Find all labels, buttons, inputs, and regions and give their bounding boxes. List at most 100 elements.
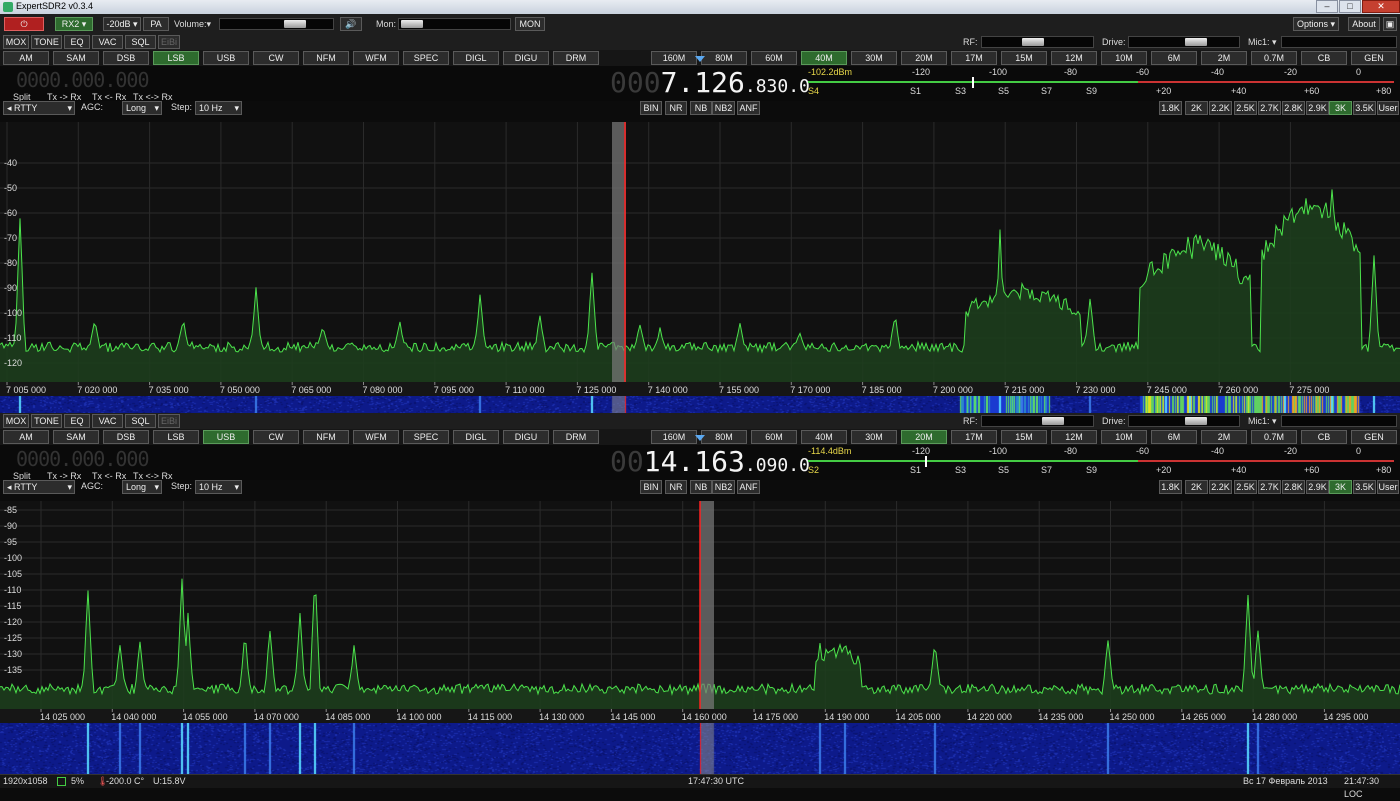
band-button-cb[interactable]: CB	[1301, 51, 1347, 65]
dsp-button-bin[interactable]: BIN	[640, 101, 662, 115]
mode-button-cw[interactable]: CW	[253, 430, 299, 444]
mode-button-nfm[interactable]: NFM	[303, 430, 349, 444]
func-button-tone[interactable]: TONE	[31, 414, 62, 428]
panadapter[interactable]: -85 -90 -95 -100 -105 -110 -115 -120 -125 -130 -13…	[0, 501, 1400, 723]
mode-button-sam[interactable]: SAM	[53, 51, 99, 65]
filter-button-1-8k[interactable]: 1.8K	[1159, 480, 1182, 494]
close-icon[interactable]: ✕	[1362, 0, 1400, 13]
func-button-mox[interactable]: MOX	[3, 35, 29, 49]
passband[interactable]	[700, 501, 714, 709]
func-button-sql[interactable]: SQL	[125, 414, 156, 428]
dsp-button-bin[interactable]: BIN	[640, 480, 662, 494]
about-button[interactable]: About	[1348, 17, 1380, 31]
func-button-tone[interactable]: TONE	[31, 35, 62, 49]
dsp-button-nr[interactable]: NR	[665, 480, 687, 494]
band-button-40m[interactable]: 40M	[801, 51, 847, 65]
vfo-frequency[interactable]: 0007.126.830.0	[610, 66, 810, 99]
band-button-20m[interactable]: 20M	[901, 430, 947, 444]
band-button-30m[interactable]: 30M	[851, 51, 897, 65]
options-menu[interactable]: Options ▾	[1293, 17, 1339, 31]
func-button-eq[interactable]: EQ	[64, 414, 90, 428]
agc-select[interactable]: Long ▾	[122, 101, 162, 115]
filter-button-2-5k[interactable]: 2.5K	[1234, 101, 1257, 115]
speaker-button[interactable]: 🔊	[340, 17, 362, 31]
mode-button-am[interactable]: AM	[3, 51, 49, 65]
func-button-mox[interactable]: MOX	[3, 414, 29, 428]
sub-frequency[interactable]: 0000.000.000	[16, 68, 149, 92]
filter-button-2-7k[interactable]: 2.7K	[1258, 101, 1281, 115]
func-button-eq[interactable]: EQ	[64, 35, 90, 49]
dsp-button-nb[interactable]: NB	[690, 480, 712, 494]
band-button-10m[interactable]: 10M	[1101, 51, 1147, 65]
func-button-vac[interactable]: VAC	[92, 35, 123, 49]
mode-button-sam[interactable]: SAM	[53, 430, 99, 444]
rx-select[interactable]: RX2 ▾	[55, 17, 93, 31]
band-button-160m[interactable]: 160M	[651, 430, 697, 444]
filter-button-2-7k[interactable]: 2.7K	[1258, 480, 1281, 494]
mode-button-dsb[interactable]: DSB	[103, 51, 149, 65]
layout-button[interactable]: ▣	[1383, 17, 1397, 31]
step-select[interactable]: 10 Hz ▾	[195, 101, 242, 115]
filter-button-2-8k[interactable]: 2.8K	[1282, 101, 1305, 115]
digital-mode-select[interactable]: ◂ RTTY ▾	[3, 480, 75, 494]
attenuator-select[interactable]: -20dB ▾	[103, 17, 141, 31]
dsp-button-nr[interactable]: NR	[665, 101, 687, 115]
volume-thumb[interactable]	[284, 20, 306, 28]
band-button-cb[interactable]: CB	[1301, 430, 1347, 444]
dsp-button-nb[interactable]: NB	[690, 101, 712, 115]
func-button-vac[interactable]: VAC	[92, 414, 123, 428]
mode-button-drm[interactable]: DRM	[553, 430, 599, 444]
band-button-80m[interactable]: 80M	[701, 51, 747, 65]
volume-label[interactable]: Volume:▾	[174, 17, 211, 31]
band-button-60m[interactable]: 60M	[751, 430, 797, 444]
band-button-gen[interactable]: GEN	[1351, 51, 1397, 65]
filter-button-3-5k[interactable]: 3.5K	[1353, 101, 1376, 115]
band-button-10m[interactable]: 10M	[1101, 430, 1147, 444]
mode-button-digl[interactable]: DIGL	[453, 51, 499, 65]
dsp-button-nb2[interactable]: NB2	[712, 101, 735, 115]
func-button-eibi[interactable]: EiBi	[158, 414, 180, 428]
mode-button-usb[interactable]: USB	[203, 51, 249, 65]
panadapter[interactable]: -40 -50 -60 -70 -80 -90 -100 -110 -120 7 005 000 7…	[0, 122, 1400, 396]
filter-button-2-8k[interactable]: 2.8K	[1282, 480, 1305, 494]
agc-select[interactable]: Long ▾	[122, 480, 162, 494]
rf-slider[interactable]	[981, 36, 1094, 48]
mic-label[interactable]: Mic1: ▾	[1248, 414, 1277, 428]
band-button-160m[interactable]: 160M	[651, 51, 697, 65]
mode-button-digu[interactable]: DIGU	[503, 430, 549, 444]
band-button-80m[interactable]: 80M	[701, 430, 747, 444]
band-button-15m[interactable]: 15M	[1001, 430, 1047, 444]
mon-button[interactable]: MON	[515, 17, 545, 31]
drive-slider[interactable]	[1128, 36, 1240, 48]
vfo-frequency[interactable]: 0014.163.090.0	[610, 445, 810, 478]
band-button-6m[interactable]: 6M	[1151, 430, 1197, 444]
filter-button-2-9k[interactable]: 2.9K	[1306, 101, 1329, 115]
mode-button-digl[interactable]: DIGL	[453, 430, 499, 444]
mic-label[interactable]: Mic1: ▾	[1248, 35, 1277, 49]
maximize-icon[interactable]: □	[1339, 0, 1361, 13]
mode-button-wfm[interactable]: WFM	[353, 430, 399, 444]
tuning-marker-icon[interactable]	[695, 435, 705, 441]
band-button-17m[interactable]: 17M	[951, 430, 997, 444]
mode-button-cw[interactable]: CW	[253, 51, 299, 65]
band-button-40m[interactable]: 40M	[801, 430, 847, 444]
func-button-sql[interactable]: SQL	[125, 35, 156, 49]
band-button-2m[interactable]: 2M	[1201, 430, 1247, 444]
band-button-gen[interactable]: GEN	[1351, 430, 1397, 444]
rf-thumb[interactable]	[1042, 417, 1064, 425]
mon-slider[interactable]	[398, 18, 511, 30]
mode-button-digu[interactable]: DIGU	[503, 51, 549, 65]
band-button-12m[interactable]: 12M	[1051, 51, 1097, 65]
filter-button-2-9k[interactable]: 2.9K	[1306, 480, 1329, 494]
mic-slider[interactable]	[1281, 36, 1397, 48]
rf-thumb[interactable]	[1022, 38, 1044, 46]
tuning-marker-icon[interactable]	[695, 56, 705, 62]
filter-button-2-5k[interactable]: 2.5K	[1234, 480, 1257, 494]
func-button-eibi[interactable]: EiBi	[158, 35, 180, 49]
filter-button-2-2k[interactable]: 2.2K	[1209, 101, 1232, 115]
passband[interactable]	[612, 122, 626, 382]
mode-button-dsb[interactable]: DSB	[103, 430, 149, 444]
rf-slider[interactable]	[981, 415, 1094, 427]
dsp-button-nb2[interactable]: NB2	[712, 480, 735, 494]
waterfall[interactable]	[0, 723, 1400, 775]
